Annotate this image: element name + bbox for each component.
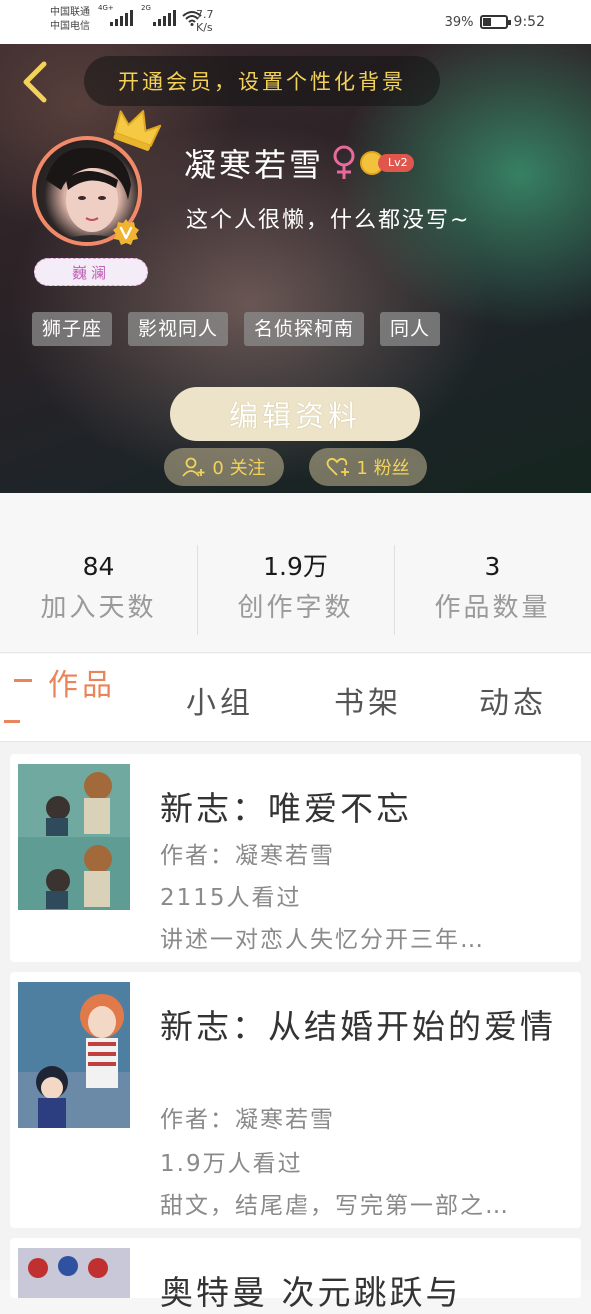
tab-active-underline [4,720,20,723]
tab-groups[interactable]: 小组 [186,678,254,722]
work-author: 作者：凝寒若雪 [160,843,335,869]
work-cover-image [18,982,130,1128]
work-title: 奥特曼 次元跳跃与 [160,1273,462,1312]
fans-count: 1 粉丝 [356,458,410,479]
back-button[interactable] [16,60,56,104]
heart-plus-icon [327,457,350,476]
battery-fill [482,18,492,26]
carrier-info: 中国联通 中国电信 [50,6,90,34]
stat-value: 1.9万 [263,552,328,581]
stat-value: 3 [484,552,501,581]
work-author: 作者：凝寒若雪 [160,1107,335,1133]
carrier-2: 中国电信 [50,21,90,32]
stat-label: 加入天数 [40,593,157,623]
nickname-badge: 巍澜 [34,258,148,286]
stat-label: 创作字数 [237,593,354,623]
tab-bookshelf[interactable]: 书架 [334,678,402,722]
work-summary: 讲述一对恋人失忆分开三年… [160,927,485,953]
username: 凝寒若雪 [184,146,325,184]
clock: 9:52 [513,14,545,30]
stat-label: 作品数量 [434,593,551,623]
signal-group: 4G+ 2G [98,4,202,26]
stats-bar: 84 加入天数 1.9万 创作字数 3 作品数量 [0,493,591,653]
stat-word-count: 1.9万 创作字数 [197,549,394,624]
work-title: 新志：从结婚开始的爱情 [160,1007,556,1046]
work-cover-image [18,764,130,910]
level-badge: Lv2 [360,151,414,175]
work-views: 2115人看过 [160,885,302,911]
add-user-icon [182,457,205,477]
work-card[interactable]: 奥特曼 次元跳跃与 [10,1238,581,1312]
tab-active-mark [14,679,32,682]
signal-icon-2 [153,10,176,26]
speed-unit: K/s [196,21,213,34]
tab-activity[interactable]: 动态 [479,678,547,722]
following-button[interactable]: 0 关注 [164,448,284,486]
work-summary: 甜文，结尾虐，写完第一部之… [160,1193,510,1219]
work-title: 新志：唯爱不忘 [160,789,412,828]
speed-value: 7.7 [196,8,214,21]
network-type-2: 2G [141,4,151,12]
signal-icon [110,10,133,26]
level-text: Lv2 [378,154,414,172]
works-list: 新志：唯爱不忘 作者：凝寒若雪 2115人看过 讲述一对恋人失忆分开三年… 新志… [0,742,591,1312]
tag-item[interactable]: 狮子座 [32,312,113,346]
tag-item[interactable]: 影视同人 [128,312,229,346]
stat-works-count: 3 作品数量 [394,549,591,624]
work-card[interactable]: 新志：唯爱不忘 作者：凝寒若雪 2115人看过 讲述一对恋人失忆分开三年… [10,754,581,962]
v-badge-icon [113,219,139,245]
tag-item[interactable]: 名侦探柯南 [244,312,365,346]
fans-button[interactable]: 1 粉丝 [309,448,427,486]
tag-item[interactable]: 同人 [380,312,441,346]
status-bar: 中国联通 中国电信 4G+ 2G 7.7 K/s 39% 9:52 [0,0,591,44]
battery-percent: 39% [444,14,474,30]
network-type-1: 4G+ [98,4,114,12]
work-views: 1.9万人看过 [160,1151,303,1177]
stat-value: 84 [82,552,115,581]
stat-join-days: 84 加入天数 [0,549,197,624]
battery-icon [479,15,511,29]
tag-list: 狮子座 影视同人 名侦探柯南 同人 [32,312,441,346]
carrier-1: 中国联通 [50,7,90,18]
bio: 这个人很懒，什么都没写~ [186,208,471,233]
username-row: 凝寒若雪 Lv2 [184,140,414,186]
vip-banner-button[interactable]: 开通会员，设置个性化背景 [84,56,440,106]
work-card[interactable]: 新志：从结婚开始的爱情 作者：凝寒若雪 1.9万人看过 甜文，结尾虐，写完第一部… [10,972,581,1228]
avatar-container[interactable] [32,110,162,246]
female-icon [333,145,355,179]
network-speed: 7.7 K/s [196,8,214,34]
tab-works[interactable]: 作品 [48,660,116,704]
tab-bar: 作品 小组 书架 动态 [0,654,591,742]
work-cover-image [18,1248,130,1298]
following-count: 0 关注 [212,458,266,479]
profile-header: 开通会员，设置个性化背景 巍澜 凝寒若雪 Lv2 这个人很懒，什么都没写~ 狮子… [0,44,591,493]
battery-status: 39% 9:52 [445,14,545,30]
edit-profile-button[interactable]: 编辑资料 [170,387,420,441]
